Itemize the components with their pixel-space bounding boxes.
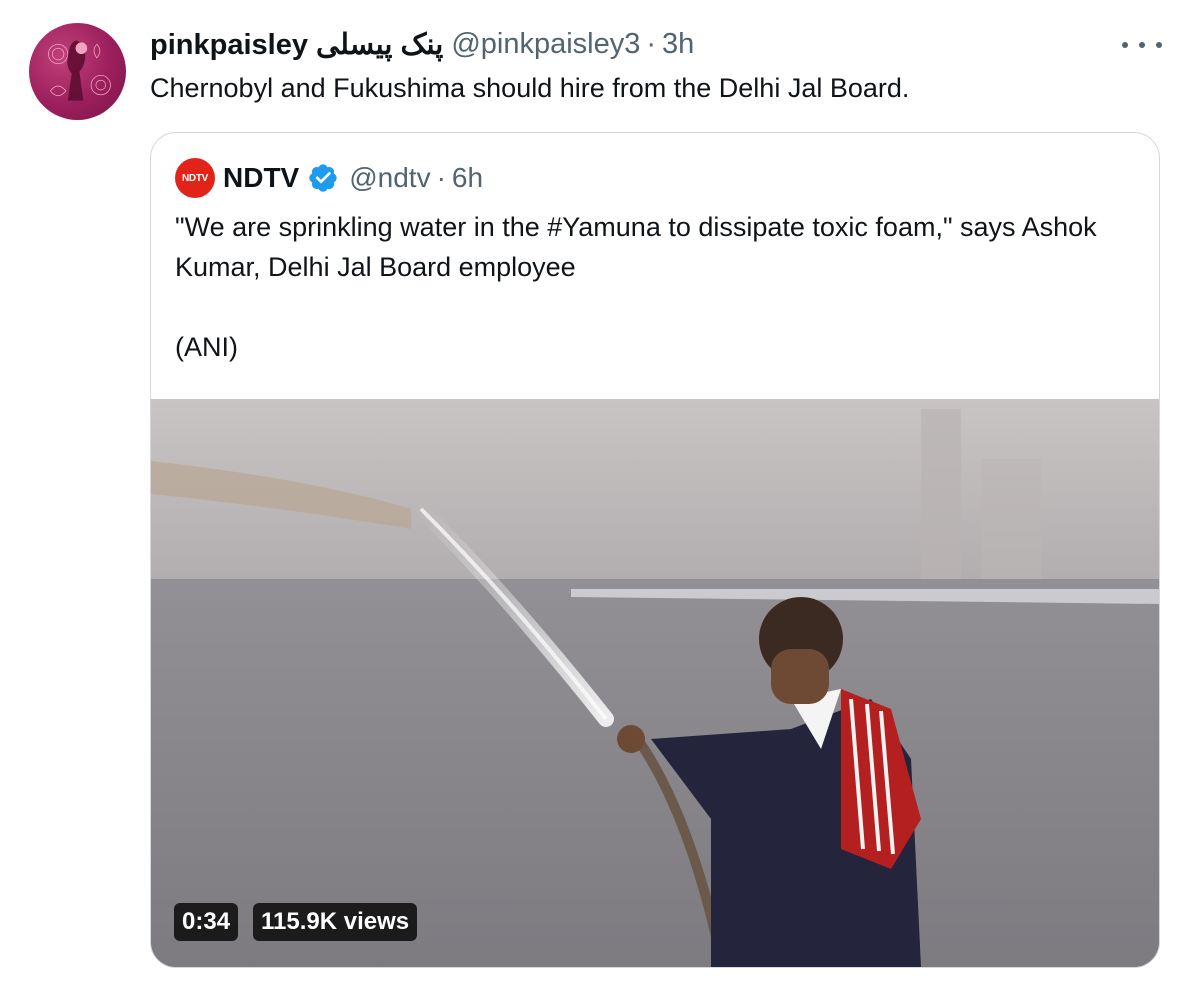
more-dot [1122, 42, 1128, 48]
quoted-text-source: (ANI) [175, 332, 238, 362]
more-dot [1139, 42, 1145, 48]
video-thumbnail [151, 399, 1159, 967]
more-dot [1156, 42, 1162, 48]
display-name[interactable]: pinkpaisley پنک پیسلی [150, 27, 443, 62]
handle[interactable]: @pinkpaisley3 [451, 28, 640, 61]
quoted-tweet[interactable]: NDTV NDTV @ndtv · 6h "We are sprinkling … [150, 132, 1160, 968]
timestamp[interactable]: 3h [662, 28, 694, 61]
more-horizontal-icon[interactable] [1122, 30, 1162, 60]
quoted-text-paragraph: "We are sprinkling water in the #Yamuna … [175, 212, 1097, 282]
quoted-handle[interactable]: @ndtv [349, 162, 430, 194]
tweet-header: pinkpaisley پنک پیسلی @pinkpaisley3 · 3h [150, 26, 694, 62]
avatar[interactable] [29, 23, 126, 120]
video-views: 115.9K views [253, 903, 418, 941]
quoted-tweet-text: "We are sprinkling water in the #Yamuna … [175, 207, 1135, 367]
verified-badge-icon [309, 164, 337, 192]
quoted-timestamp[interactable]: 6h [452, 162, 483, 194]
quoted-tweet-header: NDTV NDTV @ndtv · 6h [175, 157, 483, 199]
video-duration: 0:34 [174, 903, 239, 941]
avatar-image [48, 40, 111, 101]
quoted-display-name[interactable]: NDTV [223, 162, 299, 194]
tweet-text: Chernobyl and Fukushima should hire from… [150, 73, 910, 103]
ndtv-logo-text: NDTV [181, 172, 209, 184]
ndtv-avatar[interactable]: NDTV [175, 158, 215, 198]
video-player[interactable]: 0:34 115.9K views [151, 399, 1159, 967]
separator: · [436, 162, 446, 193]
separator: · [646, 27, 657, 60]
